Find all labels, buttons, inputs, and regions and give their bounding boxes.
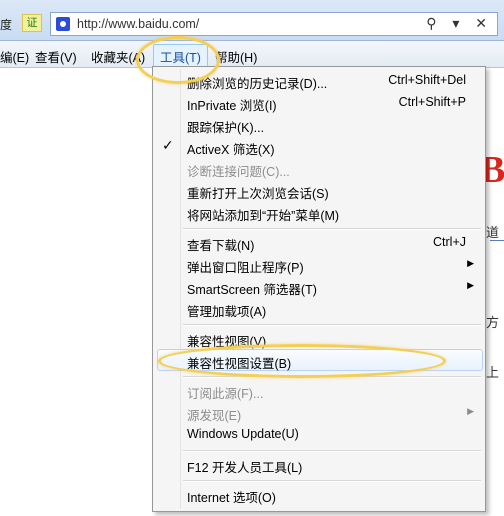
url-text[interactable]: http://www.baidu.com/: [77, 17, 199, 31]
menu-item-label: 删除浏览的历史记录(D)...: [187, 77, 328, 91]
search-dropdown-close-icons[interactable]: ⚲ ▾ ✕: [426, 15, 493, 32]
menu-item-view-downloads[interactable]: 查看下载(N) Ctrl+J: [154, 231, 484, 253]
menu-item-label: F12 开发人员工具(L): [187, 461, 303, 475]
menu-item-label: SmartScreen 筛选器(T): [187, 283, 317, 297]
menu-item-label: InPrivate 浏览(I): [187, 99, 277, 113]
menu-separator: [183, 376, 481, 378]
menu-favorites[interactable]: 收藏夹(A): [91, 47, 145, 66]
menu-item-manage-addons[interactable]: 管理加载项(A): [154, 297, 484, 319]
menu-item-label: 源发现(E): [187, 409, 242, 423]
menu-item-label: ActiveX 筛选(X): [187, 143, 275, 157]
address-bar-row: 度 证 http://www.baidu.com/ ⚲ ▾ ✕: [0, 0, 504, 41]
menu-item-activex-filtering[interactable]: ✓ ActiveX 筛选(X): [154, 135, 484, 157]
menu-item-diagnose-connection: 诊断连接问题(C)...: [154, 157, 484, 179]
menu-item-delete-history[interactable]: 删除浏览的历史记录(D)... Ctrl+Shift+Del: [154, 69, 484, 91]
certificate-badge[interactable]: 证: [22, 14, 42, 32]
menu-item-label: 将网站添加到“开始”菜单(M): [187, 209, 340, 223]
menu-separator: [183, 228, 481, 230]
menu-help[interactable]: 帮助(H): [215, 47, 257, 66]
menu-item-label: 弹出窗口阻止程序(P): [187, 261, 304, 275]
menu-item-shortcut: Ctrl+J: [433, 235, 466, 249]
page-edge-text-2: 方: [486, 315, 500, 330]
menu-item-tracking-protection[interactable]: 跟踪保护(K)...: [154, 113, 484, 135]
menu-edit[interactable]: 编(E): [0, 47, 29, 66]
menu-item-inprivate[interactable]: InPrivate 浏览(I) Ctrl+Shift+P: [154, 91, 484, 113]
menu-item-shortcut: Ctrl+Shift+Del: [388, 73, 466, 87]
menu-item-add-to-start[interactable]: 将网站添加到“开始”菜单(M): [154, 201, 484, 223]
menu-item-feed-discovery: 源发现(E) ▶: [154, 401, 484, 423]
menu-item-shortcut: Ctrl+Shift+P: [398, 95, 466, 109]
menu-item-label: 兼容性视图设置(B): [187, 357, 292, 371]
submenu-arrow-icon: ▶: [467, 406, 474, 416]
menu-view[interactable]: 查看(V): [35, 47, 77, 66]
submenu-arrow-icon: ▶: [467, 258, 474, 268]
menu-item-label: Internet 选项(O): [187, 491, 276, 505]
menu-item-reopen-session[interactable]: 重新打开上次浏览会话(S): [154, 179, 484, 201]
page-edge-underline: [490, 240, 504, 241]
address-field[interactable]: http://www.baidu.com/ ⚲ ▾ ✕: [50, 12, 498, 36]
menu-item-subscribe-feed: 订阅此源(F)...: [154, 379, 484, 401]
menu-item-compatibility-view-settings[interactable]: 兼容性视图设置(B): [157, 349, 483, 371]
tools-menu: 删除浏览的历史记录(D)... Ctrl+Shift+Del InPrivate…: [152, 66, 486, 512]
menu-item-popup-blocker[interactable]: 弹出窗口阻止程序(P) ▶: [154, 253, 484, 275]
menu-bar: 编(E) 查看(V) 收藏夹(A) 工具(T) 帮助(H): [0, 41, 504, 69]
menu-item-label: 诊断连接问题(C)...: [187, 165, 290, 179]
menu-item-label: 订阅此源(F)...: [187, 387, 264, 401]
menu-separator: [183, 450, 481, 452]
menu-separator: [183, 480, 481, 482]
menu-item-label: 查看下载(N): [187, 239, 255, 253]
site-label: 度: [0, 18, 13, 32]
menu-item-f12-developer-tools[interactable]: F12 开发人员工具(L): [154, 453, 484, 475]
menu-item-label: 重新打开上次浏览会话(S): [187, 187, 329, 201]
submenu-arrow-icon: ▶: [467, 280, 474, 290]
menu-item-internet-options[interactable]: Internet 选项(O): [154, 483, 484, 505]
checkmark-icon: ✓: [162, 137, 174, 153]
baidu-favicon-icon: [56, 17, 70, 31]
menu-item-label: 管理加载项(A): [187, 305, 267, 319]
menu-item-label: 跟踪保护(K)...: [187, 121, 265, 135]
menu-separator: [183, 324, 481, 326]
menu-item-windows-update[interactable]: Windows Update(U): [154, 423, 484, 445]
page-edge-text-1[interactable]: 道: [486, 222, 499, 241]
page-edge-text-3[interactable]: 上: [486, 362, 499, 381]
menu-item-compatibility-view[interactable]: 兼容性视图(V): [154, 327, 484, 349]
menu-item-label: Windows Update(U): [187, 427, 299, 441]
menu-item-label: 兼容性视图(V): [187, 335, 267, 349]
menu-item-smartscreen[interactable]: SmartScreen 筛选器(T) ▶: [154, 275, 484, 297]
